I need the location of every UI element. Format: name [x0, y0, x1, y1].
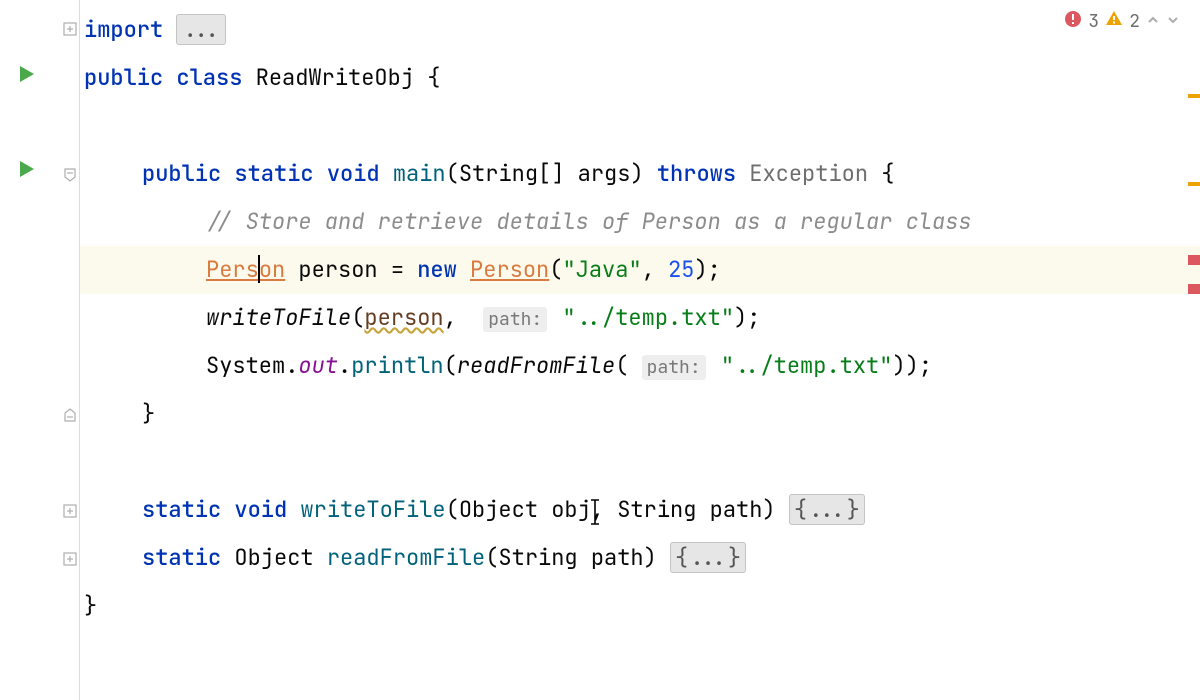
code-area[interactable]: import ... public class ReadWriteObj { p… — [80, 0, 1200, 700]
code-line[interactable]: } — [80, 582, 1200, 630]
brace: { — [881, 159, 894, 188]
sp — [549, 303, 562, 332]
method-call: writeToFile — [206, 303, 351, 332]
code-line[interactable]: writeToFile(person, path: "../temp.txt")… — [80, 294, 1200, 342]
fold-region[interactable]: {...} — [670, 542, 746, 573]
error-stripe-marker[interactable] — [1188, 182, 1200, 186]
class-name: ReadWriteObj — [256, 63, 414, 92]
keyword-new: new — [417, 255, 457, 284]
params: (String[] args) — [446, 159, 657, 188]
paren: ( — [549, 255, 562, 284]
inspections-summary[interactable]: 3 2 — [1064, 8, 1180, 34]
string-literal: "../temp.txt" — [721, 351, 893, 380]
params: (String path) — [485, 543, 670, 572]
text: )); — [892, 351, 932, 380]
string-literal: "../temp.txt" — [562, 303, 734, 332]
fold-region[interactable]: {...} — [789, 494, 865, 525]
gutter — [0, 0, 80, 700]
fold-expand-icon[interactable] — [63, 14, 77, 28]
text: ); — [694, 255, 720, 284]
text: , — [444, 303, 484, 332]
keyword-static: static — [142, 495, 221, 524]
keyword-void: void — [234, 495, 287, 524]
text: person = — [285, 255, 417, 284]
code-line[interactable]: static Object readFromFile(String path) … — [80, 534, 1200, 582]
fold-region[interactable]: ... — [176, 14, 226, 45]
code-line[interactable]: // Store and retrieve details of Person … — [80, 198, 1200, 246]
code-line[interactable]: import ... — [80, 6, 1200, 54]
chevron-up-icon[interactable] — [1146, 10, 1160, 33]
chevron-down-icon[interactable] — [1166, 10, 1180, 33]
fold-end-icon[interactable] — [63, 400, 77, 414]
code-line[interactable]: static void writeToFile(Object obj, Stri… — [80, 486, 1200, 534]
error-type: Pers — [206, 255, 259, 284]
keyword-public: public — [84, 63, 163, 92]
exception-type: Exception — [749, 159, 881, 188]
text-caret — [258, 255, 260, 283]
text: , — [642, 255, 668, 284]
keyword-static: static — [142, 543, 221, 572]
blank-line[interactable] — [80, 102, 1200, 150]
error-stripe-marker[interactable] — [1188, 255, 1200, 265]
warning-count: 2 — [1129, 10, 1140, 33]
method-call: readFromFile — [457, 351, 615, 380]
keyword-void: void — [327, 159, 380, 188]
code-line[interactable]: public static void main(String[] args) t… — [80, 150, 1200, 198]
code-line-active[interactable]: Person person = new Person("Java", 25); — [80, 246, 1200, 294]
number-literal: 25 — [668, 255, 694, 284]
error-count: 3 — [1088, 10, 1099, 33]
warning-icon — [1105, 9, 1123, 33]
brace: } — [142, 399, 155, 428]
text-cursor-icon — [588, 498, 602, 534]
error-stripe-marker[interactable] — [1188, 94, 1200, 98]
paren: ( — [615, 351, 641, 380]
blank-line[interactable] — [80, 438, 1200, 486]
comment: // Store and retrieve details of Person … — [206, 207, 972, 236]
field-out: out — [298, 351, 338, 380]
param-hint: path: — [483, 307, 547, 332]
paren: ( — [444, 351, 457, 380]
brace: } — [84, 591, 97, 620]
string-literal: "Java" — [562, 255, 641, 284]
dot: . — [338, 351, 351, 380]
method-println: println — [351, 351, 443, 380]
method-decl: writeToFile — [300, 495, 445, 524]
params: (Object obj, String path) — [446, 495, 789, 524]
brace: { — [427, 63, 440, 92]
error-stripe-marker[interactable] — [1188, 284, 1200, 294]
error-icon — [1064, 8, 1082, 34]
method-decl: readFromFile — [327, 543, 485, 572]
fold-collapse-icon[interactable] — [63, 160, 77, 174]
paren: ( — [351, 303, 364, 332]
keyword-class: class — [176, 63, 242, 92]
editor-container: import ... public class ReadWriteObj { p… — [0, 0, 1200, 700]
method-main: main — [393, 159, 446, 188]
warn-arg: person — [364, 303, 443, 332]
code-line[interactable]: System.out.println(readFromFile( path: "… — [80, 342, 1200, 390]
code-line[interactable]: } — [80, 390, 1200, 438]
sp — [708, 351, 721, 380]
param-hint: path: — [642, 355, 706, 380]
fold-expand-icon[interactable] — [63, 496, 77, 510]
return-type: Object — [234, 543, 326, 572]
keyword-import: import — [84, 15, 163, 44]
keyword-public: public — [142, 159, 221, 188]
run-class-icon[interactable] — [16, 62, 36, 82]
fold-expand-icon[interactable] — [63, 544, 77, 558]
code-line[interactable]: public class ReadWriteObj { — [80, 54, 1200, 102]
qualifier: System. — [206, 351, 298, 380]
keyword-static: static — [234, 159, 313, 188]
error-type: on — [259, 255, 285, 284]
run-method-icon[interactable] — [16, 157, 36, 177]
keyword-throws: throws — [657, 159, 736, 188]
error-type: Person — [470, 255, 549, 284]
text: ); — [734, 303, 760, 332]
